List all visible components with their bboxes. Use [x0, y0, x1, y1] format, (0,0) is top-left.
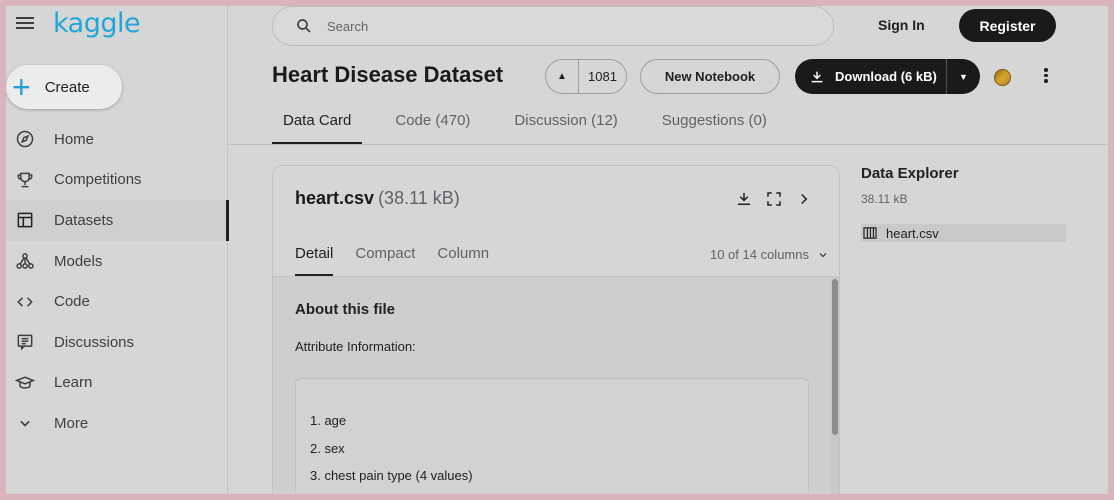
tab-suggestions[interactable]: Suggestions (0): [651, 106, 778, 144]
sidebar-item-home[interactable]: Home: [6, 119, 228, 160]
search-input[interactable]: Search: [272, 6, 834, 46]
file-size: (38.11 kB): [378, 188, 460, 208]
more-options-icon[interactable]: [1043, 66, 1049, 86]
sign-in-link[interactable]: Sign In: [878, 17, 925, 33]
search-placeholder: Search: [327, 18, 369, 34]
sidebar-item-label: Discussions: [54, 333, 135, 351]
attribute-heading: Attribute Information:: [295, 339, 416, 354]
code-icon: [14, 291, 36, 313]
register-button[interactable]: Register: [959, 9, 1056, 42]
list-item: 1. age: [310, 413, 347, 428]
sidebar-item-label: Code: [54, 293, 90, 311]
sidebar-item-datasets[interactable]: Datasets: [6, 200, 229, 241]
file-view-tabs: Detail Compact Column: [295, 240, 511, 276]
file-actions: [723, 190, 813, 208]
hamburger-menu-icon[interactable]: [16, 14, 36, 34]
file-name: heart.csv: [295, 188, 375, 208]
sidebar-item-models[interactable]: Models: [6, 241, 228, 282]
download-file-icon[interactable]: [735, 190, 753, 208]
search-icon: [297, 19, 311, 33]
data-explorer-size: 38.11 kB: [861, 192, 908, 206]
comments-icon: [14, 331, 36, 353]
tab-column[interactable]: Column: [437, 240, 489, 276]
new-notebook-button[interactable]: New Notebook: [640, 59, 780, 94]
sidebar-item-label: Learn: [54, 374, 93, 392]
tab-discussion[interactable]: Discussion (12): [503, 106, 628, 144]
list-item: 3. chest pain type (4 values): [310, 468, 473, 483]
dataset-tabs: Data Card Code (470) Discussion (12) Sug…: [272, 106, 800, 144]
download-dropdown-icon[interactable]: ▼: [947, 72, 980, 82]
sidebar-item-code[interactable]: Code: [6, 281, 228, 322]
graduation-cap-icon: [14, 372, 36, 394]
chevron-down-icon: [819, 252, 827, 257]
tab-code[interactable]: Code (470): [384, 106, 481, 144]
sidebar-item-more[interactable]: More: [6, 403, 228, 444]
sidebar-item-label: More: [54, 414, 89, 432]
gold-medal-icon[interactable]: [994, 69, 1011, 86]
models-icon: [14, 250, 36, 272]
sidebar-item-label: Models: [54, 252, 103, 270]
kaggle-logo[interactable]: kaggle: [53, 8, 141, 39]
sidebar-item-label: Datasets: [54, 211, 114, 229]
create-label: Create: [44, 78, 90, 96]
sidebar-item-discussions[interactable]: Discussions: [6, 322, 228, 363]
compass-icon: [14, 128, 36, 150]
chevron-down-icon: [14, 412, 36, 434]
create-button[interactable]: + Create: [6, 65, 122, 109]
column-selector[interactable]: 10 of 14 columns: [710, 247, 829, 262]
data-explorer-title: Data Explorer: [861, 165, 959, 182]
download-button[interactable]: Download (6 kB): [795, 59, 947, 94]
column-selector-label: 10 of 14 columns: [709, 247, 809, 262]
sidebar: kaggle + Create Home Competitions Datase…: [6, 6, 229, 494]
scrollbar-thumb[interactable]: [832, 279, 838, 435]
sidebar-nav: Home Competitions Datasets Models Code D…: [6, 119, 229, 444]
sidebar-item-label: Home: [54, 130, 95, 148]
file-description: About this file Attribute Information: 1…: [273, 277, 839, 494]
sidebar-item-learn[interactable]: Learn: [6, 363, 228, 404]
tabs-divider: [228, 144, 1108, 145]
tab-compact[interactable]: Compact: [355, 240, 415, 276]
download-label: Download (6 kB): [835, 69, 937, 84]
tab-data-card[interactable]: Data Card: [272, 106, 363, 144]
tab-detail[interactable]: Detail: [295, 240, 334, 276]
chevron-right-icon[interactable]: [795, 190, 813, 208]
upvote-arrow-icon[interactable]: ▲: [546, 60, 579, 93]
table-icon: [14, 209, 36, 231]
attribute-list-box: 1. age 2. sex 3. chest pain type (4 valu…: [295, 378, 809, 494]
explorer-file-name: heart.csv: [886, 225, 939, 241]
list-item: 2. sex: [310, 440, 345, 456]
explorer-file-item[interactable]: heart.csv: [861, 224, 1066, 242]
page-title: Heart Disease Dataset: [272, 62, 504, 87]
sidebar-item-competitions[interactable]: Competitions: [6, 160, 228, 201]
table-file-icon: [863, 227, 877, 239]
attribute-list: 1. age 2. sex 3. chest pain type (4 valu…: [310, 413, 473, 494]
scrollbar[interactable]: [831, 277, 839, 494]
page-frame: kaggle + Create Home Competitions Datase…: [6, 6, 1108, 494]
download-icon: [811, 71, 823, 82]
file-preview-card: heart.csv (38.11 kB) Detail Compact Colum…: [272, 165, 840, 494]
vote-count: 1081: [588, 69, 617, 84]
upvote-widget: ▲ 1081: [545, 59, 627, 94]
about-heading: About this file: [295, 301, 395, 318]
trophy-icon: [14, 169, 36, 191]
download-button-group: Download (6 kB) ▼: [795, 59, 980, 94]
sidebar-item-label: Competitions: [54, 171, 142, 189]
plus-icon: +: [12, 69, 31, 105]
fullscreen-icon[interactable]: [765, 190, 783, 208]
file-title: heart.csv (38.11 kB): [295, 188, 460, 209]
